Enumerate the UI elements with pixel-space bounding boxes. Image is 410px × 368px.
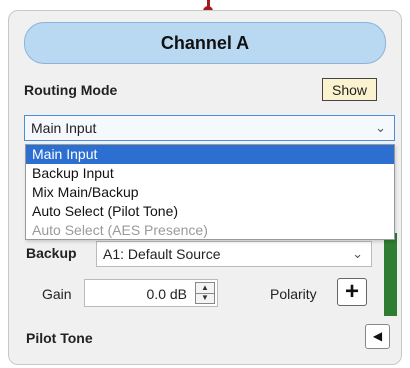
chevron-down-icon[interactable]: ⌄ [352, 246, 363, 262]
option-backup-input[interactable]: Backup Input [26, 164, 394, 183]
option-main-input[interactable]: Main Input [26, 145, 394, 164]
gain-label: Gain [42, 286, 72, 302]
backup-source-select[interactable]: A1: Default Source ⌄ [96, 241, 372, 267]
routing-mode-label: Routing Mode [24, 82, 118, 98]
option-auto-select-pilot-tone[interactable]: Auto Select (Pilot Tone) [26, 202, 394, 221]
gain-input[interactable]: 0.0 dB ▲ ▼ [84, 279, 218, 307]
level-meter [384, 233, 397, 316]
polarity-label: Polarity [270, 286, 317, 302]
routing-mode-value: Main Input [31, 120, 97, 136]
backup-label: Backup [26, 245, 77, 261]
pilot-tone-label: Pilot Tone [26, 330, 93, 346]
spin-down-icon[interactable]: ▼ [196, 293, 214, 303]
gain-value: 0.0 dB [146, 286, 187, 302]
routing-mode-dropdown: Main Input Backup Input Mix Main/Backup … [25, 144, 395, 240]
routing-mode-select[interactable]: Main Input ⌄ [24, 115, 395, 141]
channel-header: Channel A [24, 22, 386, 64]
polarity-button[interactable]: + [337, 278, 367, 306]
option-mix-main-backup[interactable]: Mix Main/Backup [26, 183, 394, 202]
channel-title: Channel A [160, 32, 250, 53]
option-auto-select-aes-presence: Auto Select (AES Presence) [32, 222, 208, 238]
show-button[interactable]: Show [322, 78, 377, 101]
backup-source-value: A1: Default Source [103, 246, 221, 262]
chevron-down-icon[interactable]: ⌄ [375, 120, 386, 136]
gain-spinner[interactable]: ▲ ▼ [195, 282, 215, 304]
triangle-left-icon[interactable]: ◀ [365, 324, 390, 349]
